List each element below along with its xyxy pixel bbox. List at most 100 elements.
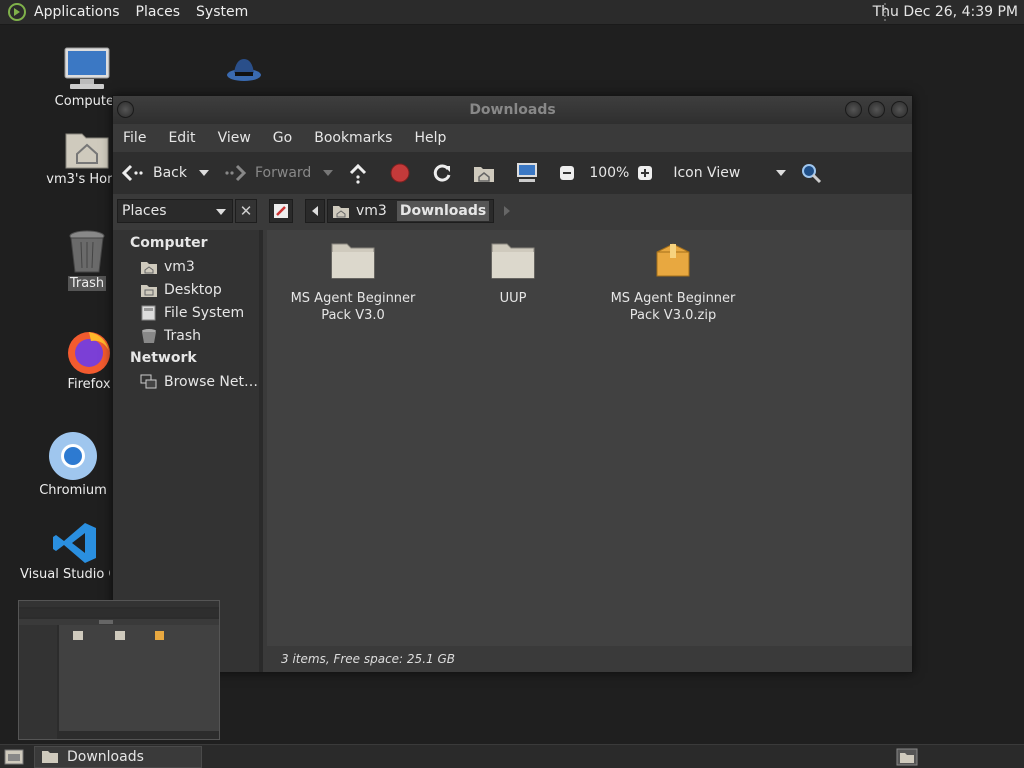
- vscode-icon: [53, 523, 96, 563]
- desktop-icon-label: Trash: [67, 276, 107, 291]
- sidebar-item-file-system[interactable]: File System: [113, 301, 259, 324]
- sidebar-item-vm3[interactable]: vm3: [113, 255, 259, 278]
- computer-icon: [64, 47, 110, 89]
- taskbar-item-label: Downloads: [67, 749, 144, 765]
- file-name: MS Agent Beginner Pack V3.0.zip: [610, 291, 736, 323]
- sidebar-item-desktop[interactable]: Desktop: [113, 278, 259, 301]
- breadcrumb-vm3[interactable]: vm3 Downloads: [327, 199, 495, 223]
- search-icon: [802, 164, 822, 184]
- taskbar-item-downloads[interactable]: Downloads: [34, 746, 202, 768]
- computer-icon: [517, 163, 538, 182]
- sidebar-item-trash[interactable]: Trash: [113, 324, 259, 347]
- applications-menu[interactable]: Applications: [26, 4, 128, 20]
- desktop-icon-vscode[interactable]: Visual Studio Code: [18, 521, 110, 582]
- desktop-folder-icon: [141, 284, 157, 297]
- forward-label: Forward: [255, 165, 312, 181]
- file-name: MS Agent Beginner Pack V3.0: [290, 291, 416, 323]
- desktop-icon-label: Visual Studio Code: [20, 567, 110, 582]
- window-thumbnail-icon: [19, 601, 219, 739]
- breadcrumb: vm3 Downloads: [269, 199, 511, 223]
- trash-icon: [69, 230, 105, 273]
- top-panel: Applications Places System Thu Dec 26, 4…: [0, 0, 1024, 25]
- maximize-button[interactable]: [868, 101, 885, 118]
- drive-icon: [141, 305, 156, 320]
- breadcrumb-left-button[interactable]: [305, 199, 325, 223]
- file-item[interactable]: MS Agent Beginner Pack V3.0.zip: [603, 240, 743, 324]
- menu-edit[interactable]: Edit: [168, 130, 195, 146]
- zoom-in-icon: [638, 166, 653, 180]
- reload-icon: [434, 164, 451, 182]
- zoom-out-icon: [560, 166, 575, 180]
- file-manager-window: Downloads File Edit View Go Bookmarks He…: [112, 95, 913, 673]
- firefox-icon: [68, 332, 110, 374]
- home-folder-icon: [141, 261, 157, 274]
- forward-history-chevron-icon[interactable]: [323, 170, 334, 176]
- menu-bookmarks[interactable]: Bookmarks: [314, 130, 392, 146]
- window-titlebar[interactable]: Downloads: [113, 96, 912, 124]
- file-name: UUP: [499, 291, 527, 306]
- pencil-icon: [274, 204, 288, 218]
- system-menu[interactable]: System: [188, 4, 256, 20]
- back-history-chevron-icon[interactable]: [199, 170, 209, 176]
- window-thumbnail-preview[interactable]: [18, 600, 220, 740]
- bottom-panel: Downloads: [0, 744, 1024, 768]
- close-button[interactable]: [891, 101, 908, 118]
- back-label: Back: [153, 165, 187, 181]
- desktop-icon-label: Chromium: [39, 483, 107, 498]
- sidebar-header-network: Network: [130, 350, 197, 366]
- archive-icon: [656, 243, 690, 277]
- home-icon: [474, 167, 495, 182]
- desktop-icon-spy[interactable]: [226, 55, 262, 87]
- computer-button[interactable]: [515, 162, 547, 184]
- chromium-icon: [49, 432, 97, 480]
- view-mode-chevron-icon[interactable]: [776, 170, 787, 176]
- chevron-left-icon: [312, 206, 318, 216]
- show-desktop-icon[interactable]: [4, 748, 24, 766]
- menu-go[interactable]: Go: [273, 130, 292, 146]
- file-item[interactable]: UUP: [443, 240, 583, 307]
- places-select-label: Places: [122, 203, 167, 219]
- window-menu-button[interactable]: [117, 101, 134, 118]
- network-icon: [140, 374, 157, 388]
- trash-icon: [142, 328, 156, 343]
- forward-arrow-icon: [225, 164, 247, 182]
- breadcrumb-downloads[interactable]: Downloads: [396, 201, 490, 221]
- minimize-button[interactable]: [845, 101, 862, 118]
- places-select[interactable]: Places: [117, 199, 233, 223]
- search-button[interactable]: [800, 162, 830, 184]
- close-sidebar-button[interactable]: ✕: [235, 199, 257, 223]
- places-menu[interactable]: Places: [128, 4, 189, 20]
- zoom-in-button[interactable]: [637, 165, 661, 181]
- places-chevron-icon: [216, 209, 226, 215]
- zoom-level: 100%: [589, 165, 630, 181]
- file-item[interactable]: MS Agent Beginner Pack V3.0: [283, 240, 423, 324]
- back-button[interactable]: Back: [121, 163, 187, 183]
- folder-icon: [42, 751, 58, 763]
- edit-location-button[interactable]: [269, 199, 293, 223]
- up-button[interactable]: [347, 162, 377, 184]
- menu-help[interactable]: Help: [414, 130, 446, 146]
- view-mode-select[interactable]: Icon View: [673, 165, 740, 181]
- home-folder-icon: [65, 133, 109, 169]
- menu-file[interactable]: File: [123, 130, 146, 146]
- reload-button[interactable]: [431, 162, 461, 184]
- toolbar: Back Forward 100% Icon View: [113, 152, 912, 194]
- forward-button[interactable]: Forward: [223, 163, 311, 183]
- mate-logo-icon[interactable]: [8, 3, 26, 21]
- folder-icon: [331, 243, 375, 279]
- menu-bar: File Edit View Go Bookmarks Help: [113, 124, 912, 152]
- menu-view[interactable]: View: [218, 130, 251, 146]
- file-view[interactable]: MS Agent Beginner Pack V3.0 UUP MS Agent…: [267, 230, 912, 646]
- home-button[interactable]: [473, 163, 503, 183]
- chevron-right-icon[interactable]: [504, 206, 511, 216]
- desktop-icon-label: Firefox: [67, 377, 111, 392]
- zoom-out-button[interactable]: [559, 165, 583, 181]
- sidebar-item-browse-network[interactable]: Browse Net…: [113, 370, 259, 393]
- up-arrow-icon: [350, 163, 367, 184]
- workspace-switcher-icon[interactable]: [896, 748, 918, 766]
- clock[interactable]: Thu Dec 26, 4:39 PM: [873, 4, 1018, 20]
- sidebar-header-computer: Computer: [130, 235, 208, 251]
- sidebar-item-label: Desktop: [164, 281, 222, 298]
- sidebar-item-label: File System: [164, 304, 245, 321]
- stop-button[interactable]: [389, 162, 419, 184]
